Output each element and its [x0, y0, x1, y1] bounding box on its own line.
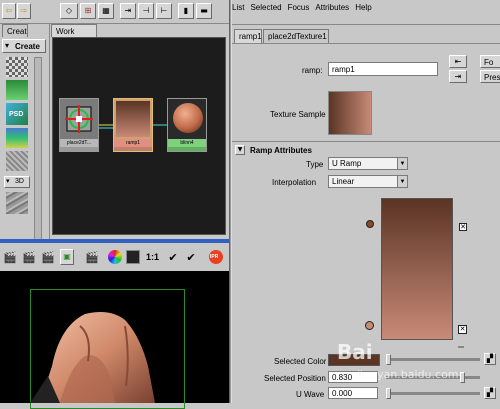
minus-icon[interactable]: ▬ [196, 3, 212, 19]
ipr-label: IPR [210, 254, 219, 260]
dropdown-arrow-icon: ▼ [397, 158, 407, 169]
interpolation-value: Linear [332, 177, 355, 186]
u-wave-slider-thumb[interactable] [386, 388, 391, 399]
ramp-attributes-title[interactable]: Ramp Attributes [250, 146, 312, 155]
swatch-noise[interactable] [6, 151, 28, 171]
eraser-icon[interactable]: ◇ [60, 3, 78, 19]
collapse-arrow-icon[interactable]: ▼ [235, 145, 245, 155]
tab-place2dtexture1[interactable]: place2dTexture1 [263, 29, 329, 43]
snapshot-icon[interactable]: ▣ [60, 249, 74, 265]
create-panel: Creat ▾ Create PSD ▾ 3D [0, 24, 50, 242]
output-icon[interactable]: ⊢ [156, 3, 172, 19]
swatch-checker[interactable] [6, 57, 28, 77]
texture-sample-label: Texture Sample [270, 110, 326, 119]
swatch-gradient[interactable] [6, 80, 28, 100]
ramp-delete-top-icon[interactable]: ✕ [459, 223, 467, 231]
menu-selected[interactable]: Selected [250, 3, 281, 12]
ipr-icon[interactable]: IPR [209, 250, 223, 264]
menu-help[interactable]: Help [355, 3, 371, 12]
tab-work-area[interactable]: Work Area [51, 24, 97, 45]
swatch-psd[interactable]: PSD [6, 103, 28, 125]
left-toolbar: ⇦ ⇨ ◇ ⊞ ▦ ⇥ ⊣ ⊢ ▮ ▬ [0, 0, 229, 24]
render-toolbar: 🎬 🎬 🎬 ▣ 🎬 1:1 ✔ ✔ IPR [0, 243, 229, 271]
swatch-stone[interactable] [6, 192, 28, 214]
selected-color-slider-thumb[interactable] [386, 354, 391, 365]
remove-image-icon[interactable]: ✔ [184, 249, 198, 265]
alpha-icon[interactable] [126, 250, 140, 264]
menu-list[interactable]: List [232, 3, 244, 12]
arrow-left-icon[interactable]: ⇦ [2, 3, 16, 19]
menubar-separator [232, 24, 500, 25]
u-wave-label: U Wave [296, 390, 325, 399]
ramp-gradient[interactable] [381, 198, 453, 340]
arrow-right-icon[interactable]: ⇨ [17, 3, 31, 19]
selected-color-slider[interactable] [386, 358, 480, 361]
input-icon[interactable]: ⊣ [138, 3, 154, 19]
work-area-panel: Work Area place2dT... ramp1 [50, 24, 229, 239]
selected-position-label: Selected Position [264, 374, 326, 383]
output-connection-icon[interactable]: ⇥ [449, 70, 467, 83]
create-scrollbar[interactable] [34, 57, 42, 242]
swatch-psd-label: PSD [9, 111, 24, 118]
swatch-3d-button[interactable]: ▾ 3D [4, 176, 30, 188]
selected-position-slider-thumb[interactable] [459, 372, 465, 383]
graph-icon[interactable]: ⊞ [80, 3, 96, 19]
watermark-site: jingyan.baidu.com [357, 368, 459, 381]
interpolation-label: Interpolation [272, 178, 317, 187]
map-button-icon[interactable]: ▞ [484, 387, 496, 399]
type-value: U Ramp [332, 159, 362, 168]
input-output-icon[interactable]: ⇥ [120, 3, 136, 19]
chevron-down-icon: ▾ [6, 178, 10, 185]
color-ball-icon[interactable] [108, 250, 122, 264]
ramp-label: ramp: [302, 66, 323, 75]
work-area-canvas[interactable]: place2dT... ramp1 blinn4 [52, 37, 226, 235]
ramp-side-marker [458, 346, 464, 348]
attribute-editor: List Selected Focus Attributes Help ramp… [232, 0, 500, 403]
render-viewport[interactable] [0, 271, 229, 409]
dropdown-arrow-icon: ▼ [397, 176, 407, 187]
tab-create[interactable]: Creat [2, 24, 28, 37]
section-separator [232, 141, 500, 142]
create-button-label: Create [15, 42, 40, 51]
input-connection-icon[interactable]: ⇤ [449, 55, 467, 68]
chevron-down-icon: ▾ [5, 41, 10, 50]
keep-image-icon[interactable]: ✔ [166, 249, 180, 265]
swatch-3d-label: 3D [15, 178, 24, 185]
ramp-name-field[interactable]: ramp1 [328, 62, 438, 76]
menu-focus[interactable]: Focus [288, 3, 310, 12]
map-button-icon[interactable]: ▞ [484, 353, 496, 365]
rendered-cloth [30, 312, 155, 403]
texture-sample-swatch [328, 91, 372, 135]
type-dropdown[interactable]: U Ramp ▼ [328, 157, 408, 170]
selected-color-label: Selected Color [274, 357, 327, 366]
focus-button[interactable]: Fo [480, 55, 500, 68]
ramp-handle-top-circle[interactable] [366, 220, 374, 228]
presets-button[interactable]: Pres [480, 70, 500, 83]
ramp-handle-bottom-circle[interactable] [365, 321, 374, 330]
node-connections [99, 124, 167, 129]
ratio-label[interactable]: 1:1 [146, 252, 159, 262]
interpolation-dropdown[interactable]: Linear ▼ [328, 175, 408, 188]
render-region-icon[interactable]: 🎬 [84, 249, 100, 265]
create-button[interactable]: ▾ Create [2, 39, 46, 53]
ramp-delete-bottom-icon[interactable]: ✕ [458, 325, 467, 334]
tab-ramp1[interactable]: ramp1 [234, 29, 262, 43]
clapper-redo-icon[interactable]: 🎬 [21, 249, 37, 265]
ipr-clapper-icon[interactable]: 🎬 [40, 249, 56, 265]
watermark-logo: Bai [337, 340, 373, 364]
tab-underline [232, 43, 500, 44]
layout-icon[interactable]: ▦ [98, 3, 114, 19]
menu-attributes[interactable]: Attributes [315, 3, 349, 12]
u-wave-slider[interactable] [386, 392, 480, 395]
u-wave-field[interactable]: 0.000 [328, 387, 378, 399]
clear-icon[interactable]: ▮ [178, 3, 194, 19]
type-label: Type [306, 160, 324, 169]
clapper-icon[interactable]: 🎬 [2, 249, 18, 265]
menubar: List Selected Focus Attributes Help [232, 0, 500, 14]
swatch-ramp[interactable] [6, 128, 28, 148]
